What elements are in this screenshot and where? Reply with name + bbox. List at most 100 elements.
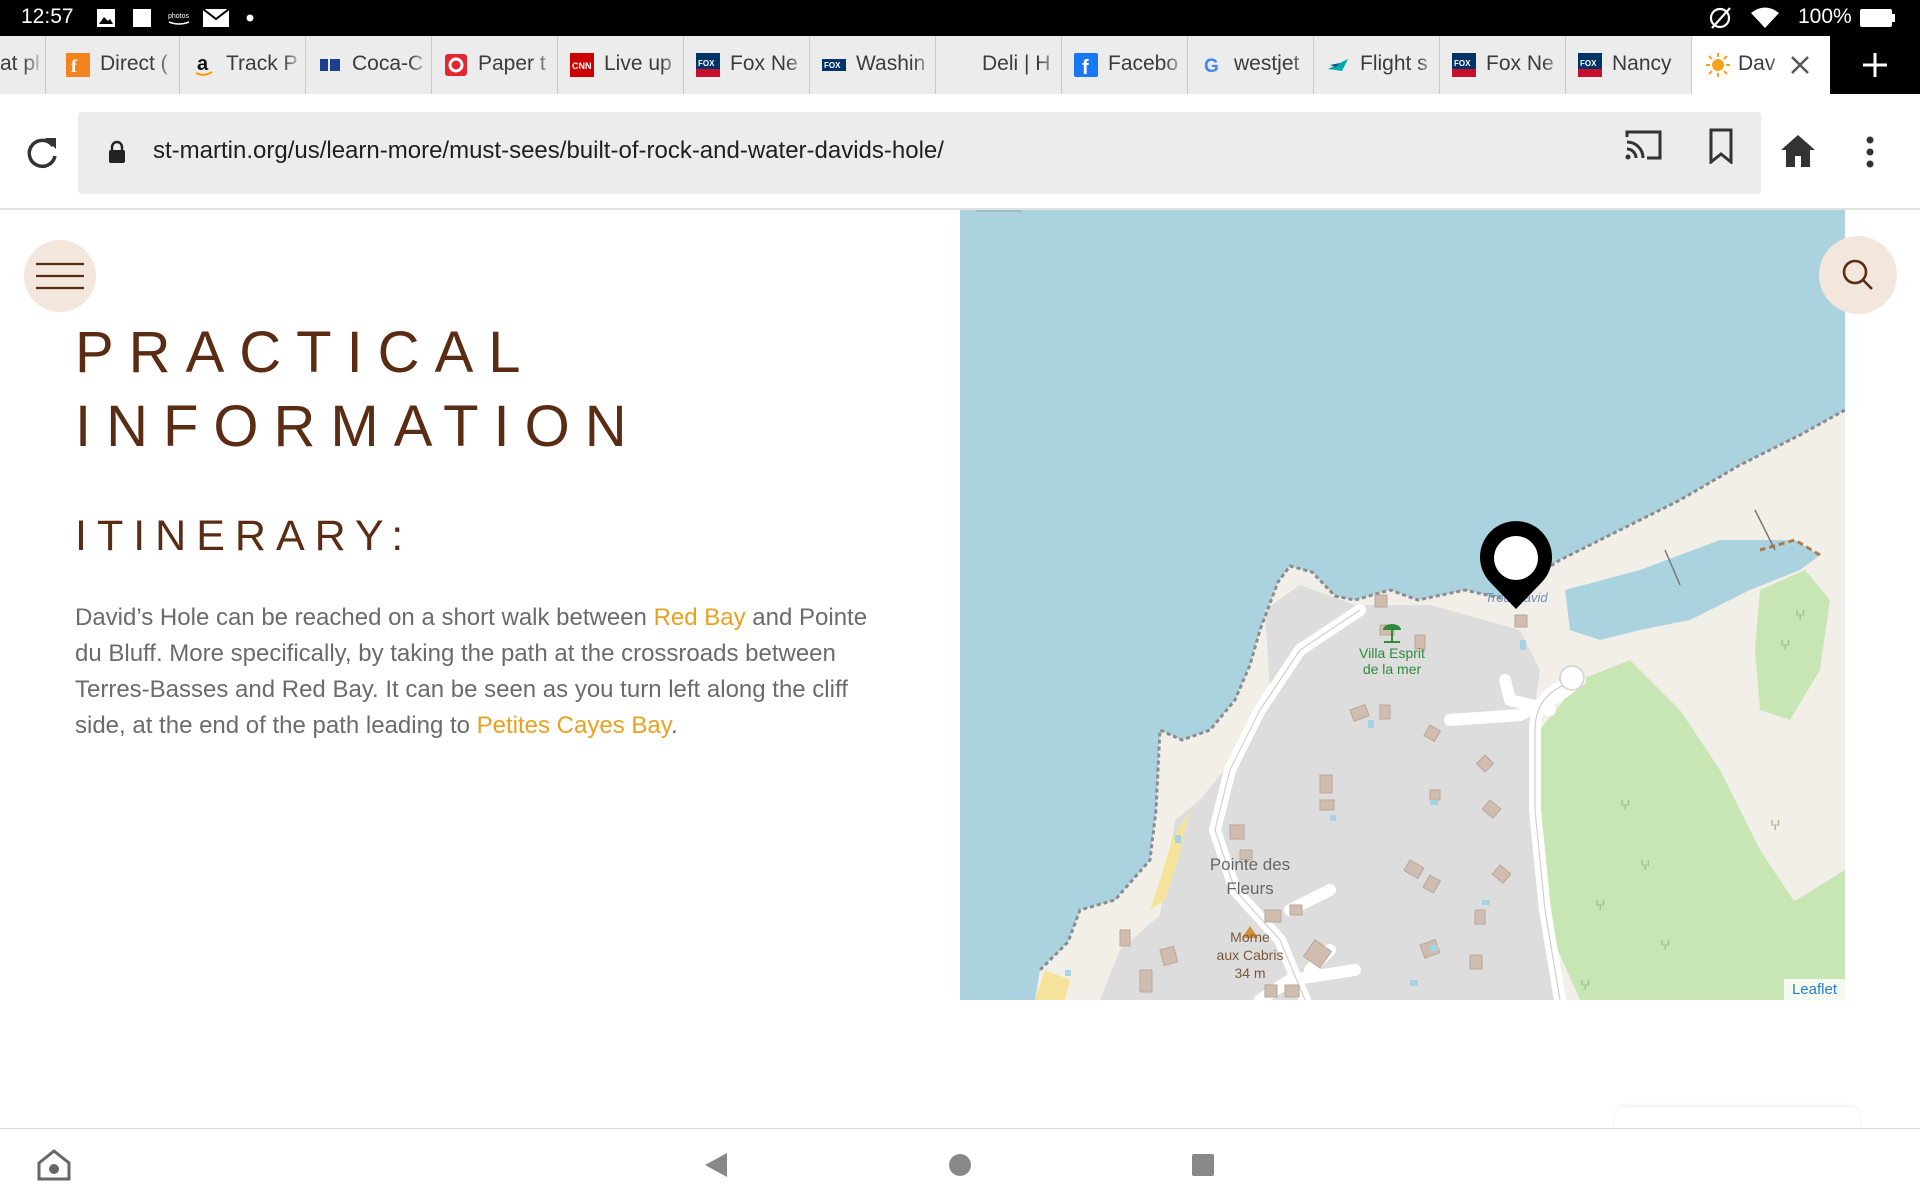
westjet-icon	[1328, 59, 1348, 71]
close-tab-icon[interactable]	[1788, 53, 1812, 77]
status-time: 12:57	[21, 5, 74, 28]
tab-2[interactable]: a Track P	[182, 36, 306, 94]
map-label-morne-3: 34 m	[1234, 965, 1265, 981]
reload-icon[interactable]	[22, 132, 62, 172]
page-content: PRACTICAL INFORMATION ITINERARY: David’s…	[0, 210, 1920, 1128]
amazon-icon: a	[195, 53, 213, 76]
tab-1[interactable]: f Direct (	[56, 36, 180, 94]
map-label-villa-2: de la mer	[1363, 661, 1422, 677]
roundabout	[1559, 665, 1585, 691]
svg-text:ⵖ: ⵖ	[1595, 897, 1606, 913]
svg-text:CNN: CNN	[572, 61, 592, 71]
home-circle-icon[interactable]	[948, 1153, 972, 1177]
battery-percent: 100%	[1798, 5, 1852, 28]
svg-text:a: a	[197, 53, 209, 75]
location-map[interactable]: ⵖ ⵖ ⵖ ⵖ ⵖ ⵖ ⵖ ⵖ Villa Esprit de la mer P…	[960, 210, 1845, 1000]
page-title-line1: PRACTICAL	[75, 320, 536, 385]
image-icon	[97, 9, 115, 27]
sun-icon	[1706, 53, 1730, 77]
home-shop-icon[interactable]	[36, 1147, 72, 1183]
recents-icon[interactable]	[1191, 1153, 1215, 1177]
svg-text:ⵖ: ⵖ	[1640, 857, 1651, 873]
status-bar: 12:57 photos 100%	[0, 0, 1920, 36]
tab-9[interactable]: f Facebo	[1064, 36, 1188, 94]
page-title-line2: INFORMATION	[75, 394, 642, 459]
map-label-pointe-1: Pointe des	[1210, 855, 1290, 874]
bookmark-icon[interactable]	[1707, 128, 1735, 164]
tab-13[interactable]: FOX Nancy	[1568, 36, 1692, 94]
new-tab-button[interactable]	[1830, 36, 1920, 94]
coca-cola-icon	[320, 59, 340, 71]
fox-news-icon: FOX	[696, 53, 720, 77]
lock-icon	[109, 140, 125, 163]
map-label-morne-1: Morne	[1230, 929, 1270, 945]
svg-text:ⵖ: ⵖ	[1770, 817, 1781, 833]
cast-icon[interactable]	[1625, 128, 1663, 162]
tab-8[interactable]: Deli | H	[938, 36, 1062, 94]
svg-text:ⵖ: ⵖ	[1780, 637, 1791, 653]
home-icon[interactable]	[1780, 134, 1816, 168]
google-icon: G	[1204, 56, 1219, 77]
address-bar[interactable]: st-martin.org/us/learn-more/must-sees/bu…	[78, 112, 1761, 194]
red-bay-link[interactable]: Red Bay	[654, 604, 746, 631]
no-sim-icon	[1709, 7, 1731, 29]
paper-icon	[445, 54, 467, 76]
hamburger-icon	[36, 262, 84, 290]
tab-0[interactable]: at pl	[0, 36, 46, 94]
battery-icon	[1860, 9, 1895, 27]
tab-7[interactable]: FOX Washin	[812, 36, 936, 94]
tab-active[interactable]: Dav	[1692, 36, 1830, 94]
map-label-villa-1: Villa Esprit	[1359, 645, 1425, 661]
petites-cayes-bay-link[interactable]: Petites Cayes Bay	[477, 712, 671, 739]
svg-text:photos: photos	[168, 13, 190, 20]
svg-text:f: f	[1082, 57, 1089, 77]
tab-12[interactable]: FOX Fox Ne	[1442, 36, 1566, 94]
svg-text:ⵖ: ⵖ	[1620, 797, 1631, 813]
fox-news-icon: FOX	[1578, 53, 1602, 77]
browser-toolbar: st-martin.org/us/learn-more/must-sees/bu…	[0, 94, 1920, 210]
search-icon	[1842, 259, 1873, 290]
facebook-icon: f	[1074, 53, 1098, 77]
itinerary-text-part3: .	[670, 712, 678, 739]
section-heading: ITINERARY:	[75, 512, 414, 560]
svg-text:f: f	[71, 56, 78, 76]
map-label-morne-2: aux Cabris	[1217, 947, 1284, 963]
page-title: PRACTICAL INFORMATION	[75, 316, 642, 464]
plus-icon	[1863, 53, 1887, 77]
tab-4[interactable]: Paper t	[434, 36, 558, 94]
back-icon[interactable]	[703, 1151, 729, 1179]
fox-news-icon: FOX	[1452, 53, 1476, 77]
tab-5[interactable]: CNN Live up	[560, 36, 684, 94]
square-icon	[133, 9, 151, 27]
more-menu-icon[interactable]	[1858, 134, 1882, 170]
svg-text:ⵖ: ⵖ	[1660, 937, 1671, 953]
itinerary-text-part1: David’s Hole can be reached on a short w…	[75, 604, 654, 631]
fandango-icon: f	[66, 53, 90, 77]
search-button[interactable]	[1819, 236, 1897, 314]
map-attribution-link[interactable]: Leaflet	[1783, 979, 1845, 1000]
tab-11[interactable]: Flight s	[1316, 36, 1440, 94]
photos-icon: photos	[166, 10, 192, 26]
itinerary-text: David’s Hole can be reached on a short w…	[75, 600, 875, 744]
svg-text:G: G	[1204, 56, 1219, 77]
dot-icon	[246, 14, 254, 22]
url-text[interactable]: st-martin.org/us/learn-more/must-sees/bu…	[153, 137, 944, 165]
hamburger-menu-button[interactable]	[24, 240, 96, 312]
fox-icon: FOX	[822, 59, 846, 71]
tab-6[interactable]: FOX Fox Ne	[686, 36, 810, 94]
floating-widget[interactable]	[1615, 1107, 1860, 1128]
svg-text:FOX: FOX	[698, 59, 715, 68]
svg-text:FOX: FOX	[1580, 59, 1597, 68]
tab-strip: at pl f Direct ( a Track P Coca-C Paper …	[0, 36, 1920, 94]
wifi-icon	[1751, 7, 1779, 28]
android-nav-bar	[0, 1128, 1920, 1201]
svg-text:ⵖ: ⵖ	[1580, 977, 1591, 993]
svg-text:FOX: FOX	[1454, 59, 1471, 68]
cnn-icon: CNN	[570, 53, 594, 77]
tab-3[interactable]: Coca-C	[308, 36, 432, 94]
map-label-pointe-2: Fleurs	[1226, 879, 1273, 898]
svg-text:FOX: FOX	[824, 61, 841, 70]
tab-10[interactable]: G westjet	[1190, 36, 1314, 94]
map-canvas: ⵖ ⵖ ⵖ ⵖ ⵖ ⵖ ⵖ ⵖ Villa Esprit de la mer P…	[960, 210, 1845, 1000]
mail-icon	[203, 9, 229, 27]
